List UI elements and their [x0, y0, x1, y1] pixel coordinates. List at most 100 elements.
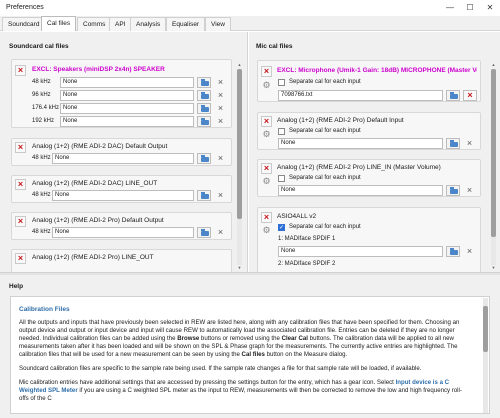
clear-icon[interactable]: ×: [464, 138, 475, 149]
delete-x-icon[interactable]: ×: [15, 142, 26, 153]
scroll-up-icon[interactable]: ▲: [491, 62, 496, 67]
soundcard-entry: × Analog (1+2) (RME ADI-2 Pro) Default O…: [11, 212, 232, 240]
soundcard-entry: × Analog (1+2) (RME ADI-2 Pro) LINE_OUT: [11, 249, 232, 272]
folder-icon[interactable]: [197, 153, 211, 164]
separate-cal-label: Separate cal for each input: [289, 79, 361, 85]
folder-icon[interactable]: [197, 103, 211, 114]
entry-name: Analog (1+2) (RME ADI-2 Pro) LINE_IN (Ma…: [277, 164, 441, 171]
cal-file-field[interactable]: None: [60, 103, 194, 114]
left-scrollbar[interactable]: [237, 69, 242, 265]
gear-icon[interactable]: ⚙: [261, 225, 272, 236]
delete-x-icon[interactable]: ×: [15, 179, 26, 190]
rate-label: 176.4 kHz: [32, 105, 60, 111]
tab-api[interactable]: API: [109, 17, 132, 31]
entry-name: Analog (1+2) (RME ADI-2 Pro) LINE_OUT: [32, 254, 154, 261]
scroll-up-icon[interactable]: ▲: [237, 62, 242, 67]
clear-icon[interactable]: ×: [215, 103, 226, 114]
gear-icon[interactable]: ⚙: [261, 176, 272, 187]
cal-file-field[interactable]: None: [60, 77, 194, 88]
folder-icon[interactable]: [197, 227, 211, 238]
entry-name: Analog (1+2) (RME ADI-2 DAC) LINE_OUT: [32, 180, 158, 187]
gear-icon[interactable]: ⚙: [261, 129, 272, 140]
checkbox-icon[interactable]: [278, 128, 285, 135]
help-paragraph: Mic calibration entries have additional …: [19, 379, 462, 402]
rate-label: 48 kHz: [32, 155, 51, 161]
soundcard-entry: × EXCL: Speakers (miniDSP 2x4n) SPEAKER …: [11, 59, 232, 128]
delete-x-icon[interactable]: ×: [15, 216, 26, 227]
delete-x-icon[interactable]: ×: [261, 212, 272, 223]
tab-view[interactable]: View: [205, 17, 231, 31]
mic-entry: × ⚙ ASIO4ALL v2 ✓ Separate cal for each …: [257, 207, 481, 272]
tab-equaliser[interactable]: Equaliser: [166, 17, 206, 31]
soundcard-entry: × Analog (1+2) (RME ADI-2 DAC) Default O…: [11, 138, 232, 166]
rate-label: 48 kHz: [32, 229, 51, 235]
delete-x-icon[interactable]: ×: [15, 65, 26, 76]
cal-file-field[interactable]: None: [52, 190, 194, 201]
minimize-icon[interactable]: —: [440, 0, 460, 16]
checkbox-icon[interactable]: [278, 175, 285, 182]
clear-icon[interactable]: ×: [215, 227, 226, 238]
clear-icon[interactable]: ×: [215, 190, 226, 201]
delete-x-icon[interactable]: ×: [261, 66, 272, 77]
scroll-down-icon[interactable]: ▼: [237, 265, 242, 270]
tab-soundcard[interactable]: Soundcard: [2, 17, 46, 31]
clear-icon[interactable]: ×: [215, 116, 226, 127]
pane-title: Soundcard cal files: [9, 43, 69, 50]
mic-entry: × ⚙ Analog (1+2) (RME ADI-2 Pro) Default…: [257, 112, 481, 150]
rate-label: 192 kHz: [32, 118, 55, 124]
help-paragraph: All the outputs and inputs that have pre…: [19, 319, 460, 358]
clear-icon[interactable]: ×: [215, 90, 226, 101]
delete-x-icon[interactable]: ×: [261, 163, 272, 174]
folder-icon[interactable]: [446, 90, 460, 101]
cal-file-field[interactable]: None: [60, 90, 194, 101]
separate-cal-label: Separate cal for each input: [289, 175, 361, 181]
input-label: 2: MADIface SPDIF 2: [278, 261, 336, 267]
cal-file-field[interactable]: None: [60, 116, 194, 127]
separate-cal-label: Separate cal for each input: [289, 128, 361, 134]
entry-name: EXCL: Speakers (miniDSP 2x4n) SPEAKER: [32, 66, 165, 73]
entry-name: Analog (1+2) (RME ADI-2 Pro) Default Out…: [32, 217, 164, 224]
tab-cal-files[interactable]: Cal files: [41, 16, 77, 31]
clear-icon[interactable]: ×: [215, 153, 226, 164]
checkbox-icon[interactable]: [278, 79, 285, 86]
rate-label: 48 kHz: [32, 79, 51, 85]
cal-file-field[interactable]: None: [278, 138, 443, 149]
help-scrollbar[interactable]: [483, 298, 488, 413]
clear-icon[interactable]: ×: [464, 246, 475, 257]
close-icon[interactable]: ✕: [480, 0, 500, 16]
scroll-down-icon[interactable]: ▼: [491, 265, 496, 270]
folder-icon[interactable]: [197, 116, 211, 127]
tab-bar: Soundcard Cal files Comms API Analysis E…: [0, 16, 500, 31]
gear-icon[interactable]: ⚙: [261, 80, 272, 91]
delete-x-icon[interactable]: ×: [261, 116, 272, 127]
cal-file-field[interactable]: None: [278, 185, 443, 196]
help-text-box: Calibration Files All the outputs and in…: [10, 296, 490, 414]
help-title: Help: [9, 283, 24, 290]
cal-file-field[interactable]: 7098766.txt: [278, 90, 443, 101]
delete-x-icon[interactable]: ×: [15, 253, 26, 264]
entry-name: Analog (1+2) (RME ADI-2 Pro) Default Inp…: [277, 117, 404, 124]
folder-icon[interactable]: [446, 246, 460, 257]
clear-icon[interactable]: ×: [464, 185, 475, 196]
cal-file-field[interactable]: None: [52, 153, 194, 164]
clear-icon[interactable]: ×: [463, 90, 477, 101]
checkbox-icon[interactable]: ✓: [278, 224, 285, 231]
help-paragraph: Soundcard calibration files are specific…: [19, 365, 422, 372]
tab-analysis[interactable]: Analysis: [130, 17, 167, 31]
maximize-icon[interactable]: ☐: [460, 0, 480, 16]
folder-icon[interactable]: [197, 190, 211, 201]
folder-icon[interactable]: [446, 185, 460, 196]
right-scrollbar[interactable]: [491, 69, 496, 265]
cal-file-field[interactable]: None: [278, 246, 443, 257]
entry-name: ASIO4ALL v2: [277, 213, 317, 220]
folder-icon[interactable]: [197, 77, 211, 88]
title-bar: Preferences — ☐ ✕: [0, 0, 500, 16]
clear-icon[interactable]: ×: [215, 77, 226, 88]
folder-icon[interactable]: [197, 90, 211, 101]
folder-icon[interactable]: [446, 138, 460, 149]
rate-label: 96 kHz: [32, 92, 51, 98]
pane-title: Mic cal files: [256, 43, 293, 50]
cal-file-field[interactable]: None: [52, 227, 194, 238]
rate-label: 48 kHz: [32, 192, 51, 198]
tab-comms[interactable]: Comms: [77, 17, 112, 31]
